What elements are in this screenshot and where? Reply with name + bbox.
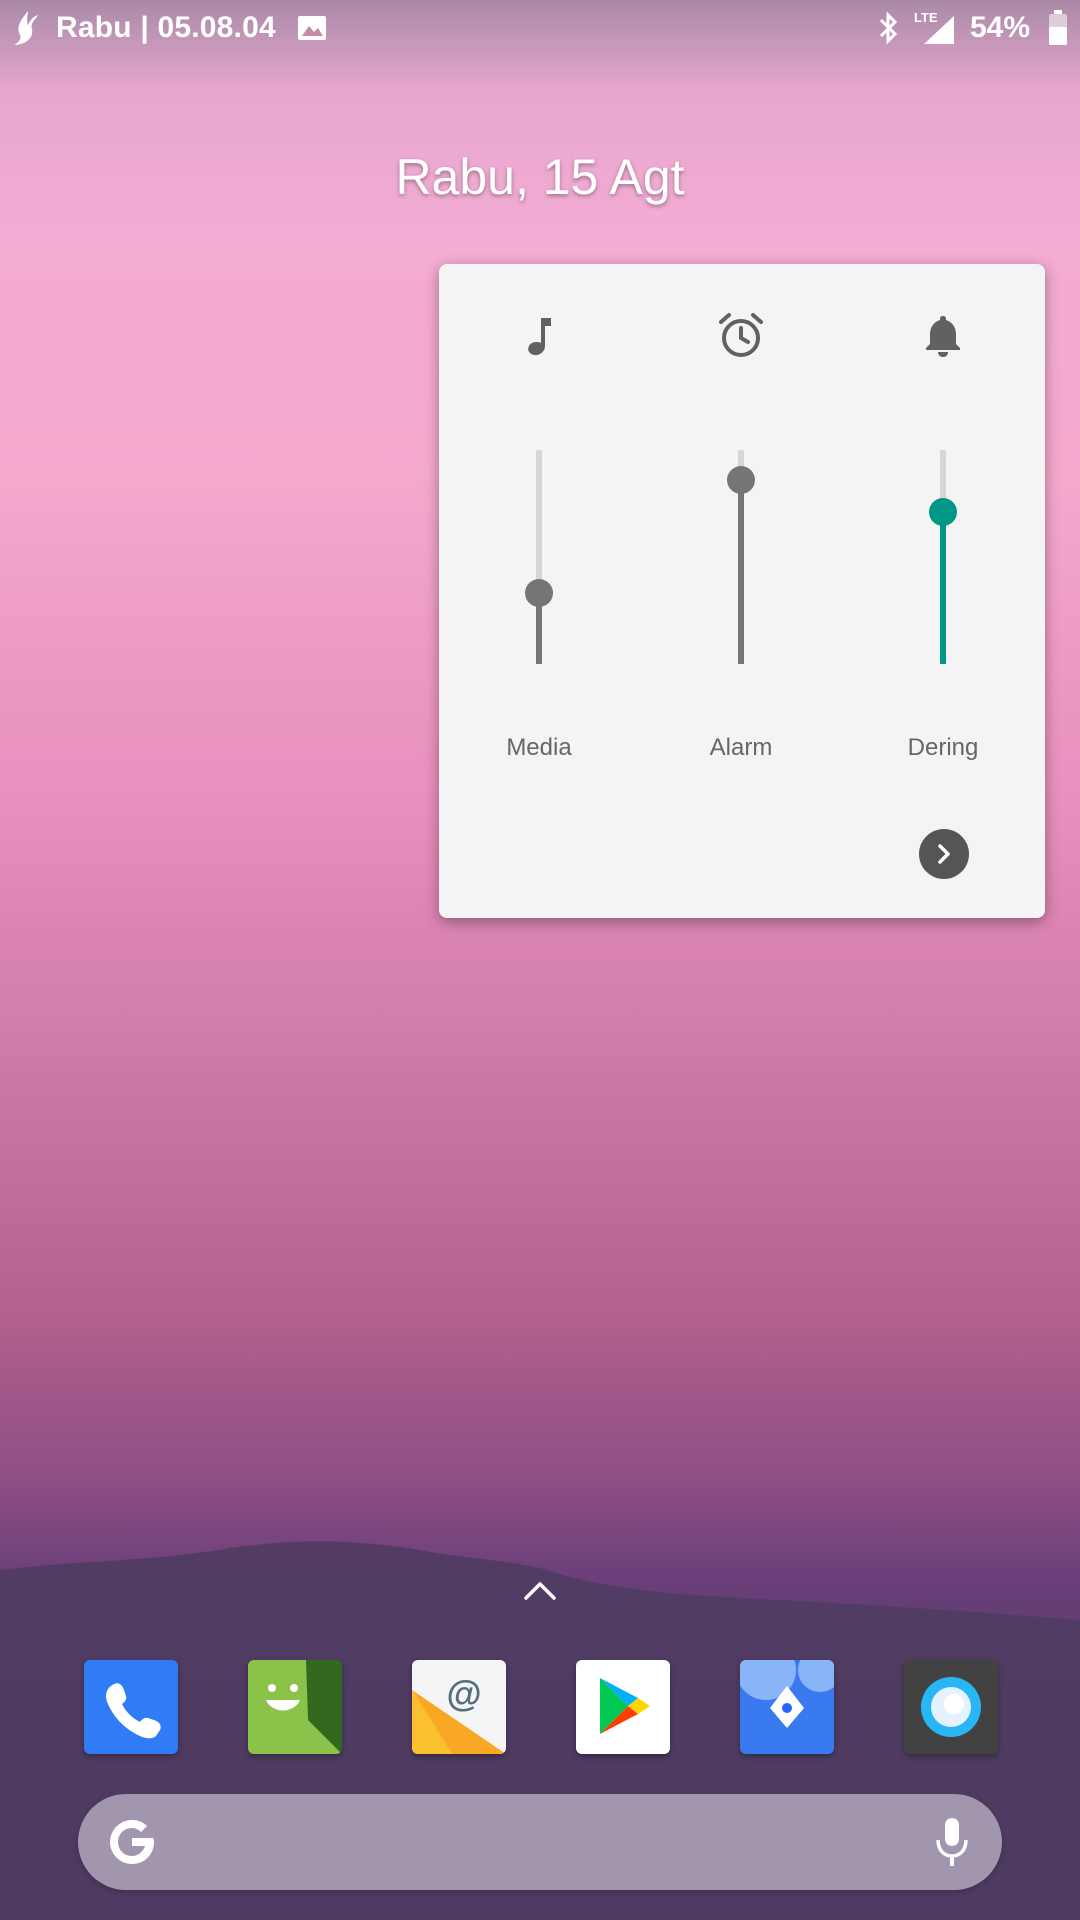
slider-thumb[interactable]	[525, 579, 553, 608]
svg-text:@: @	[446, 1673, 481, 1714]
ring-slider[interactable]	[923, 450, 963, 664]
dock-assistant[interactable]	[904, 1660, 998, 1754]
assistant-icon	[921, 1677, 981, 1737]
volume-settings-button[interactable]	[919, 829, 969, 879]
email-icon: @	[412, 1673, 506, 1754]
dock-messages[interactable]	[248, 1660, 342, 1754]
google-search-bar[interactable]	[78, 1794, 1002, 1890]
media-slider[interactable]	[519, 450, 559, 664]
slider-thumb[interactable]	[929, 498, 957, 527]
phone-icon	[106, 1683, 161, 1739]
image-notification-icon	[297, 16, 326, 40]
media-label: Media	[506, 734, 572, 761]
status-time: Rabu | 05.08.04	[56, 11, 276, 44]
bell-icon[interactable]	[917, 310, 969, 362]
play-store-icon	[600, 1678, 650, 1734]
volume-panel: Media Alarm Dering	[439, 264, 1045, 918]
microphone-icon[interactable]	[932, 1816, 972, 1868]
messages-icon	[248, 1660, 342, 1754]
volume-media: Media	[439, 264, 639, 784]
flame-app-icon	[14, 11, 38, 45]
maps-icon	[740, 1660, 834, 1728]
app-drawer-arrow-icon[interactable]	[522, 1578, 558, 1602]
slider-fill	[738, 479, 744, 664]
lte-signal-icon: LTE	[914, 10, 958, 46]
ring-label: Dering	[907, 734, 979, 761]
alarm-slider[interactable]	[721, 450, 761, 664]
music-note-icon[interactable]	[513, 310, 565, 362]
bluetooth-icon	[879, 11, 898, 45]
dock-play-store[interactable]	[576, 1660, 670, 1754]
slider-thumb[interactable]	[727, 465, 755, 494]
volume-ring: Dering	[843, 264, 1043, 784]
alarm-clock-icon[interactable]	[715, 310, 767, 362]
battery-icon	[1049, 10, 1067, 45]
home-date[interactable]: Rabu, 15 Agt	[0, 148, 1080, 206]
google-g-icon[interactable]	[102, 1812, 162, 1872]
battery-percent: 54%	[969, 11, 1030, 44]
alarm-label: Alarm	[709, 734, 773, 761]
status-bar: Rabu | 05.08.04 LTE 54%	[0, 0, 1080, 56]
dock-phone[interactable]	[84, 1660, 178, 1754]
chevron-right-icon	[938, 844, 950, 864]
slider-fill	[940, 512, 946, 664]
dock-email[interactable]: @	[412, 1660, 506, 1754]
volume-alarm: Alarm	[641, 264, 841, 784]
dock-maps[interactable]	[740, 1660, 834, 1754]
